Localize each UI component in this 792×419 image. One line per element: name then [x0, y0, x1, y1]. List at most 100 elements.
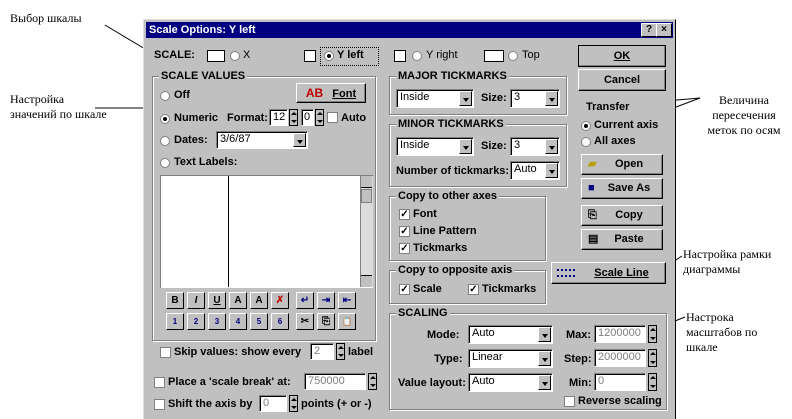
text-labels-editor[interactable] — [160, 175, 373, 288]
skip-values-checkbox[interactable] — [160, 347, 171, 358]
level-3-icon[interactable]: 3 — [208, 313, 226, 330]
format-spinner[interactable] — [289, 109, 298, 126]
reverse-scaling-checkbox[interactable] — [564, 396, 575, 407]
minor-size-chevron-down-icon[interactable] — [545, 139, 558, 154]
text-labels-radio[interactable] — [160, 158, 170, 168]
paste-icon[interactable]: 📋 — [338, 313, 356, 330]
scroll-thumb[interactable] — [361, 189, 372, 203]
indent-icon[interactable]: ⇥ — [317, 292, 335, 309]
min-input[interactable]: 0 — [594, 373, 646, 391]
font-button[interactable]: AB Font — [296, 83, 366, 103]
subscript-icon[interactable]: A — [229, 292, 247, 309]
return-icon[interactable]: ↵ — [296, 292, 314, 309]
type-dropdown[interactable]: Linear — [468, 349, 553, 368]
minor-tickmarks-title: MINOR TICKMARKS — [396, 118, 506, 130]
copy-font-label: Font — [413, 208, 437, 220]
step-spinner[interactable] — [648, 349, 657, 367]
mode-dropdown[interactable]: Auto — [468, 325, 553, 344]
cut-icon[interactable]: ✂ — [296, 313, 314, 330]
scale-line-button[interactable]: Scale Line — [551, 262, 666, 284]
skip-values-spinner[interactable] — [336, 343, 345, 360]
folder-icon: ▰ — [588, 158, 597, 170]
minor-number-dropdown[interactable]: Auto — [510, 161, 560, 180]
type-chevron-down-icon[interactable] — [538, 351, 551, 366]
skip-values-input[interactable]: 2 — [310, 343, 334, 360]
paste-button[interactable]: ▤ Paste — [581, 229, 663, 250]
italic-icon[interactable]: I — [187, 292, 205, 309]
font-button-label: Font — [332, 88, 357, 100]
scroll-down-icon[interactable] — [361, 275, 372, 287]
save-as-button[interactable]: ■ Save As — [581, 178, 663, 199]
value-layout-chevron-down-icon[interactable] — [538, 375, 551, 390]
help-button[interactable]: ? — [641, 23, 657, 37]
copy-font-checkbox[interactable]: ✓ — [399, 209, 410, 220]
numeric-radio[interactable] — [160, 114, 170, 124]
minor-size-dropdown[interactable]: 3 — [510, 137, 560, 156]
minor-type-dropdown[interactable]: Inside — [396, 137, 474, 156]
close-button[interactable]: × — [656, 23, 672, 37]
scale-top-radio[interactable] — [508, 51, 518, 61]
bold-icon[interactable]: B — [166, 292, 184, 309]
format-input[interactable]: 12 — [269, 109, 288, 126]
copy-tickmarks-checkbox[interactable]: ✓ — [399, 243, 410, 254]
copy-icon[interactable]: ⎘ — [317, 313, 335, 330]
level-1-icon[interactable]: 1 — [166, 313, 184, 330]
level-5-icon[interactable]: 5 — [250, 313, 268, 330]
major-size-chevron-down-icon[interactable] — [545, 91, 558, 106]
dates-chevron-down-icon[interactable] — [293, 133, 306, 147]
scale-break-input[interactable]: 750000 — [304, 373, 366, 390]
opposite-scale-checkbox[interactable]: ✓ — [399, 284, 410, 295]
underline-icon[interactable]: U — [208, 292, 226, 309]
mode-chevron-down-icon[interactable] — [538, 327, 551, 342]
minor-number-label: Number of tickmarks: — [396, 165, 510, 177]
outdent-icon[interactable]: ⇤ — [338, 292, 356, 309]
scale-label: SCALE: — [154, 49, 195, 61]
value-layout-dropdown[interactable]: Auto — [468, 373, 553, 392]
level-2-icon[interactable]: 2 — [187, 313, 205, 330]
level-4-icon[interactable]: 4 — [229, 313, 247, 330]
font-icon: AB — [305, 86, 324, 100]
open-button[interactable]: ▰ Open — [581, 154, 663, 175]
scale-break-spinner[interactable] — [368, 373, 377, 390]
major-type-chevron-down-icon[interactable] — [459, 91, 472, 106]
opposite-tickmarks-checkbox[interactable]: ✓ — [468, 284, 479, 295]
major-type-dropdown[interactable]: Inside — [396, 89, 474, 108]
major-size-dropdown[interactable]: 3 — [510, 89, 560, 108]
min-spinner[interactable] — [648, 373, 657, 391]
shift-axis-checkbox[interactable] — [154, 399, 165, 410]
cancel-button[interactable]: Cancel — [578, 69, 666, 91]
dialog-titlebar: Scale Options: Y left ? × — [146, 22, 673, 38]
dates-dropdown[interactable]: 3/6/87 — [216, 131, 308, 149]
transfer-title: Transfer — [584, 101, 632, 113]
scale-break-checkbox[interactable] — [154, 377, 165, 388]
delete-icon[interactable]: ✗ — [271, 292, 289, 309]
copy-line-pattern-checkbox[interactable]: ✓ — [399, 226, 410, 237]
scroll-up-icon[interactable] — [361, 176, 372, 188]
shift-axis-spinner[interactable] — [289, 395, 298, 412]
ok-button[interactable]: OK — [578, 45, 666, 67]
minor-number-value: Auto — [514, 163, 537, 175]
dates-radio[interactable] — [160, 136, 170, 146]
off-radio[interactable] — [160, 91, 170, 101]
decimals-spinner[interactable] — [315, 109, 324, 126]
scale-x-radio[interactable] — [230, 51, 240, 61]
superscript-icon[interactable]: A — [250, 292, 268, 309]
minor-number-chevron-down-icon[interactable] — [545, 163, 558, 178]
auto-checkbox[interactable] — [327, 112, 338, 123]
copy-button[interactable]: ⎘ Copy — [581, 205, 663, 226]
level-6-icon[interactable]: 6 — [271, 313, 289, 330]
text-labels-scrollbar[interactable] — [360, 176, 373, 287]
scale-y-left-radio[interactable] — [324, 51, 334, 61]
max-input[interactable]: 1200000 — [594, 325, 646, 343]
scale-y-right-radio[interactable] — [412, 51, 422, 61]
current-axis-radio[interactable] — [581, 121, 591, 131]
value-layout-value: Auto — [472, 375, 495, 387]
max-spinner[interactable] — [648, 325, 657, 343]
major-tickmarks-title: MAJOR TICKMARKS — [396, 70, 509, 82]
shift-axis-input[interactable]: 0 — [259, 395, 287, 412]
max-label: Max: — [566, 329, 592, 341]
step-input[interactable]: 2000000 — [594, 349, 646, 367]
minor-type-chevron-down-icon[interactable] — [459, 139, 472, 154]
all-axes-radio[interactable] — [581, 137, 591, 147]
decimals-input[interactable]: 0 — [301, 109, 314, 126]
